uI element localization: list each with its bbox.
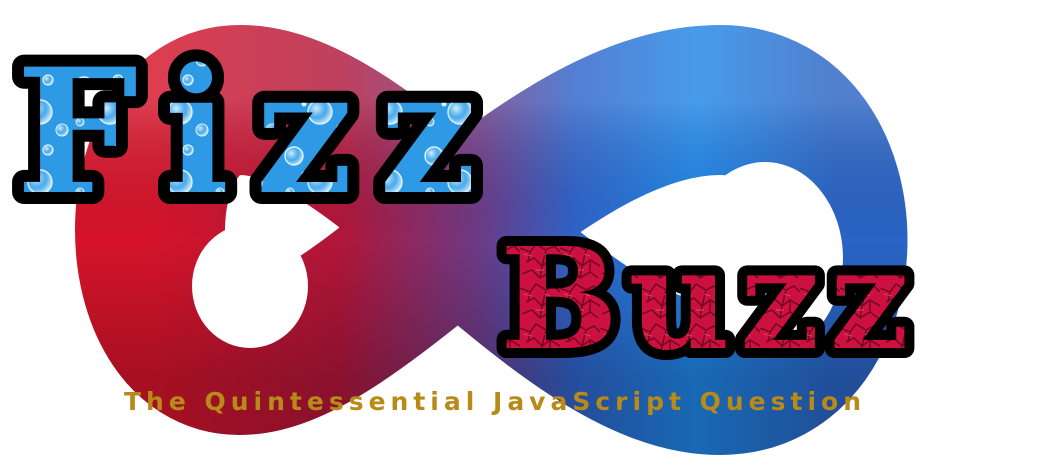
buzz-word: Buzz <box>500 218 919 382</box>
tagline-text: The Quintessential JavaScript Question <box>124 387 866 416</box>
fizz-word: Fizz <box>16 30 503 233</box>
logo-artwork: Fizz Buzz The Quintessential JavaScript … <box>4 18 919 455</box>
fizzbuzz-logo: Fizz Buzz The Quintessential JavaScript … <box>0 0 1037 465</box>
